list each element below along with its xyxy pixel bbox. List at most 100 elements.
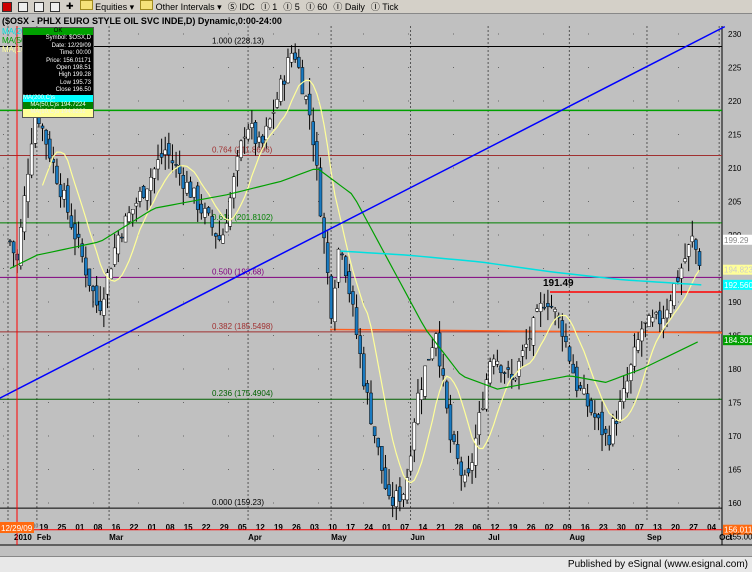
- x-tick-label: 10: [328, 523, 337, 532]
- candle-body: [250, 123, 254, 128]
- candle-body: [531, 317, 536, 346]
- x-tick-label: 02: [545, 523, 554, 532]
- candle-body: [98, 300, 102, 312]
- info-key: Time:: [59, 50, 75, 57]
- candle-body: [455, 444, 460, 459]
- candle-body: [466, 468, 471, 474]
- fib-label: 1.000 (228.13): [212, 37, 264, 46]
- candle-body: [502, 372, 507, 374]
- y-tick-label: 205: [728, 198, 742, 207]
- info-ok[interactable]: OK: [23, 28, 93, 36]
- price-chart[interactable]: 1601651701751801851901952002052102152202…: [0, 0, 752, 556]
- candle-body: [686, 244, 691, 257]
- candle-body: [636, 339, 640, 351]
- candle-body: [91, 286, 95, 292]
- candle-body: [463, 474, 467, 483]
- candle-body: [264, 125, 269, 141]
- info-row: Time: 00:00: [23, 50, 93, 57]
- candle-body: [564, 335, 568, 343]
- x-tick-label: 01: [382, 523, 391, 532]
- info-key: Date:: [51, 42, 66, 49]
- x-tick-label: 22: [130, 523, 139, 532]
- candle-body: [427, 358, 431, 361]
- candle-body: [152, 168, 157, 179]
- candle-body: [513, 378, 518, 381]
- month-label: Jul: [488, 533, 500, 542]
- candle-body: [589, 400, 593, 413]
- month-label: Jun: [411, 533, 425, 542]
- candle-body: [445, 381, 449, 409]
- x-tick-label: 08: [93, 523, 102, 532]
- candle-body: [228, 197, 232, 227]
- y-tick-label: 210: [728, 164, 742, 173]
- x-tick-label: 06: [472, 523, 481, 532]
- candle-body: [253, 122, 258, 144]
- candle-body: [318, 167, 323, 217]
- candle-body: [322, 217, 326, 239]
- candle-body: [560, 320, 565, 337]
- x-tick-label: 08: [166, 523, 175, 532]
- x-tick-label: 15: [184, 523, 193, 532]
- candle-body: [94, 285, 99, 306]
- fib-label: 0.500 (193.68): [212, 267, 264, 276]
- candle-body: [73, 223, 77, 240]
- chart-title: ($OSX - PHLX EURO STYLE OIL SVC INDE,D) …: [2, 16, 282, 26]
- candle-body: [488, 361, 492, 384]
- info-row: Price: 156.01171: [23, 58, 93, 65]
- x-tick-label: 26: [292, 523, 301, 532]
- candle-body: [358, 335, 362, 355]
- candle-body: [159, 153, 164, 158]
- x-tick-label: 09: [563, 523, 572, 532]
- candle-body: [528, 338, 532, 340]
- x-tick-label: 23: [599, 523, 608, 532]
- info-value: 195.73: [72, 79, 91, 86]
- candle-body: [582, 388, 586, 395]
- candle-body: [603, 428, 608, 434]
- y-tick-label: 165: [728, 466, 742, 475]
- candle-body: [495, 361, 500, 365]
- candle-body: [365, 383, 370, 393]
- candle-body: [524, 343, 528, 348]
- candle-body: [149, 177, 153, 191]
- candle-body: [390, 496, 395, 506]
- candle-body: [304, 96, 308, 100]
- candle-body: [130, 209, 135, 215]
- candle-body: [47, 138, 52, 159]
- y-tick-label: 175: [728, 399, 742, 408]
- candle-body: [578, 385, 583, 389]
- candle-body: [362, 353, 366, 387]
- y-tick-label: 160: [728, 499, 742, 508]
- candle-body: [668, 300, 673, 314]
- candle-body: [571, 363, 575, 374]
- x-tick-label: 04: [707, 523, 716, 532]
- y-tick-label: 220: [728, 97, 742, 106]
- candle-body: [343, 256, 348, 277]
- x-tick-label: 07: [400, 523, 409, 532]
- candle-body: [181, 175, 186, 189]
- candle-body: [58, 184, 63, 198]
- candle-body: [300, 67, 305, 95]
- fib-label: 0.236 (175.4904): [212, 389, 273, 398]
- info-row: Symbol: $OSX,D: [23, 35, 93, 42]
- candle-body: [376, 437, 380, 448]
- candle-body: [29, 143, 34, 176]
- candle-body: [448, 404, 453, 441]
- candle-body: [22, 195, 27, 233]
- candle-body: [315, 141, 319, 166]
- candle-body: [621, 388, 626, 402]
- info-value: 198.51: [72, 65, 91, 72]
- candle-body: [647, 315, 651, 327]
- candle-body: [145, 188, 149, 201]
- candle-body: [401, 494, 406, 500]
- fib-label: 0.000 (159.23): [212, 498, 264, 507]
- candle-body: [293, 52, 297, 60]
- candle-body: [214, 233, 218, 237]
- info-key: Symbol:: [45, 35, 68, 42]
- candle-body: [268, 118, 272, 128]
- y-tick-label: 190: [728, 298, 742, 307]
- info-key: Low: [59, 79, 71, 86]
- info-row: Close 196.50: [23, 87, 93, 94]
- candle-body: [419, 389, 424, 400]
- x-tick-label: 13: [653, 523, 662, 532]
- candle-body: [585, 393, 590, 407]
